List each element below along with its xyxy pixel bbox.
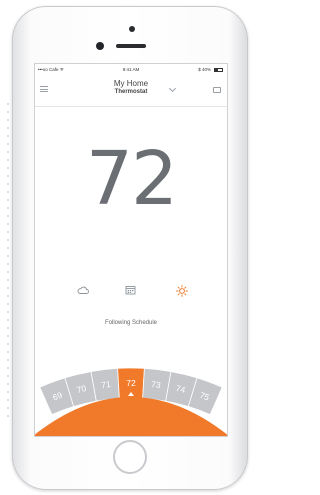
device-selector[interactable]: My Home Thermostat [35, 79, 227, 96]
schedule-status: Following Schedule [104, 320, 158, 326]
device-name: Thermostat [114, 89, 148, 95]
mode-selector [35, 285, 227, 301]
dial-value-label: 72 [126, 378, 136, 388]
header-divider [35, 106, 227, 107]
home-name: My Home [113, 79, 149, 88]
status-bar: •••oo Cafe ᯤ 9:41 AM $ 40% [35, 66, 227, 74]
temperature-dial[interactable]: 6970 71 72 73 7475 [35, 364, 227, 436]
app-screen: •••oo Cafe ᯤ 9:41 AM $ 40% My Home Therm… [34, 63, 228, 437]
sensor [96, 42, 104, 50]
dotted-guide [6, 100, 10, 420]
earpiece-speaker [116, 44, 146, 48]
battery-percent: $ 40% [198, 67, 211, 72]
dial-value-label: 73 [151, 379, 162, 390]
battery-icon [214, 68, 223, 72]
app-header: My Home Thermostat [35, 76, 227, 106]
front-camera [129, 26, 135, 32]
message-icon[interactable] [213, 87, 221, 93]
cloud-icon[interactable] [77, 285, 89, 295]
phone-frame: •••oo Cafe ᯤ 9:41 AM $ 40% My Home Therm… [12, 6, 248, 490]
calendar-icon[interactable] [125, 285, 136, 295]
sun-icon[interactable] [176, 285, 188, 297]
dial-value-label: 71 [101, 379, 112, 390]
home-button[interactable] [113, 440, 147, 474]
current-temperature: 72 [85, 136, 178, 222]
